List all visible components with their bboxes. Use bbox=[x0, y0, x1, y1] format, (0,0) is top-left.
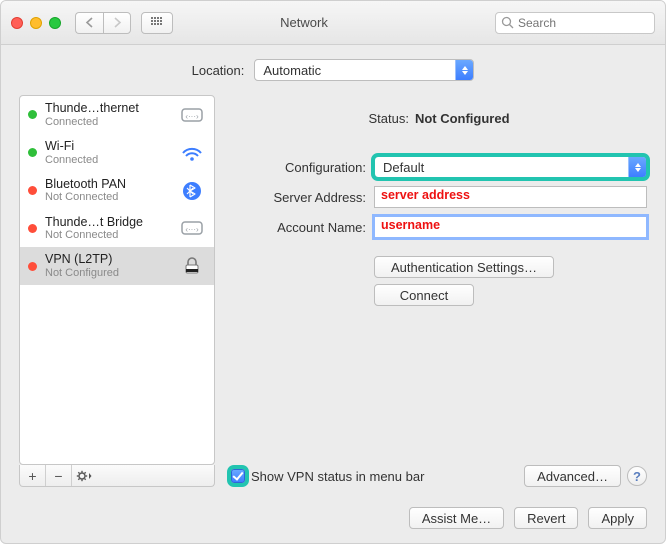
service-name: Thunde…t Bridge bbox=[45, 216, 170, 230]
service-list-footer: + − bbox=[19, 465, 215, 487]
service-status: Not Connected bbox=[45, 229, 170, 241]
service-status: Not Configured bbox=[45, 267, 170, 279]
show-vpn-status-checkbox[interactable] bbox=[231, 469, 245, 483]
svg-text:‹···›: ‹···› bbox=[185, 225, 199, 234]
service-row-thunderbolt-bridge[interactable]: Thunde…t Bridge Not Connected ‹···› bbox=[20, 210, 214, 248]
search-input[interactable] bbox=[495, 12, 655, 34]
window-footer-buttons: Assist Me… Revert Apply bbox=[1, 497, 665, 543]
close-icon[interactable] bbox=[11, 17, 23, 29]
location-popup[interactable]: Automatic bbox=[254, 59, 474, 81]
server-address-field[interactable]: server address bbox=[374, 186, 647, 208]
service-name: Thunde…thernet bbox=[45, 102, 170, 116]
add-service-button[interactable]: + bbox=[20, 465, 46, 486]
account-name-row: Account Name: username bbox=[231, 216, 647, 238]
vpn-button-stack: Authentication Settings… Connect bbox=[374, 256, 647, 306]
server-address-label: Server Address: bbox=[231, 190, 366, 205]
service-list[interactable]: Thunde…thernet Connected ‹···› Wi-Fi Con… bbox=[19, 95, 215, 465]
assist-me-button[interactable]: Assist Me… bbox=[409, 507, 504, 529]
minimize-icon[interactable] bbox=[30, 17, 42, 29]
popup-arrows-icon bbox=[455, 60, 473, 80]
service-status: Not Connected bbox=[45, 191, 170, 203]
wifi-icon bbox=[178, 142, 206, 164]
ethernet-icon: ‹···› bbox=[178, 104, 206, 126]
service-name: Wi-Fi bbox=[45, 140, 170, 154]
account-name-label: Account Name: bbox=[231, 220, 366, 235]
status-label: Status: bbox=[368, 111, 408, 126]
connect-button[interactable]: Connect bbox=[374, 284, 474, 306]
window-traffic-lights bbox=[11, 17, 61, 29]
service-name: VPN (L2TP) bbox=[45, 253, 170, 267]
location-row: Location: Automatic bbox=[1, 45, 665, 91]
service-row-vpn-l2tp[interactable]: VPN (L2TP) Not Configured bbox=[20, 247, 214, 285]
vpn-lock-icon bbox=[178, 255, 206, 277]
status-dot-icon bbox=[28, 262, 37, 271]
service-status: Connected bbox=[45, 116, 170, 128]
configuration-value: Default bbox=[383, 160, 424, 175]
server-address-value: server address bbox=[381, 188, 470, 202]
revert-button[interactable]: Revert bbox=[514, 507, 578, 529]
status-dot-icon bbox=[28, 110, 37, 119]
service-sidebar: Thunde…thernet Connected ‹···› Wi-Fi Con… bbox=[19, 95, 215, 487]
bluetooth-icon bbox=[178, 180, 206, 202]
network-prefpane: Network Location: Automatic Thunde…thern… bbox=[0, 0, 666, 544]
window-toolbar: Network bbox=[1, 1, 665, 45]
window-title: Network bbox=[123, 15, 485, 30]
location-label: Location: bbox=[192, 63, 245, 78]
authentication-settings-button[interactable]: Authentication Settings… bbox=[374, 256, 554, 278]
toolbar-search bbox=[495, 12, 655, 34]
status-dot-icon bbox=[28, 186, 37, 195]
status-row: Status: Not Configured bbox=[231, 111, 647, 126]
show-vpn-status-checkbox-wrap: Show VPN status in menu bar bbox=[231, 469, 424, 484]
apply-button[interactable]: Apply bbox=[588, 507, 647, 529]
popup-arrows-icon bbox=[628, 157, 646, 177]
advanced-button[interactable]: Advanced… bbox=[524, 465, 621, 487]
detail-footer: Show VPN status in menu bar Advanced… ? bbox=[231, 465, 647, 487]
service-actions-button[interactable] bbox=[72, 465, 98, 486]
chevron-left-icon bbox=[85, 17, 94, 28]
remove-service-button[interactable]: − bbox=[46, 465, 72, 486]
service-status: Connected bbox=[45, 154, 170, 166]
account-name-field[interactable]: username bbox=[374, 216, 647, 238]
vpn-form: Configuration: Default Server Address: s… bbox=[231, 156, 647, 238]
ethernet-icon: ‹···› bbox=[178, 217, 206, 239]
server-address-row: Server Address: server address bbox=[231, 186, 647, 208]
content-split: Thunde…thernet Connected ‹···› Wi-Fi Con… bbox=[1, 91, 665, 497]
gear-icon bbox=[76, 470, 94, 482]
status-dot-icon bbox=[28, 148, 37, 157]
service-row-wifi[interactable]: Wi-Fi Connected bbox=[20, 134, 214, 172]
configuration-row: Configuration: Default bbox=[231, 156, 647, 178]
chevron-right-icon bbox=[113, 17, 122, 28]
search-icon bbox=[501, 16, 514, 29]
location-value: Automatic bbox=[263, 63, 321, 78]
service-row-thunderbolt-ethernet[interactable]: Thunde…thernet Connected ‹···› bbox=[20, 96, 214, 134]
detail-pane: Status: Not Configured Configuration: De… bbox=[231, 95, 647, 487]
status-value: Not Configured bbox=[415, 111, 510, 126]
svg-text:‹···›: ‹···› bbox=[185, 112, 199, 121]
configuration-popup[interactable]: Default bbox=[374, 156, 647, 178]
status-dot-icon bbox=[28, 224, 37, 233]
back-button[interactable] bbox=[75, 12, 103, 34]
service-row-bluetooth-pan[interactable]: Bluetooth PAN Not Connected bbox=[20, 172, 214, 210]
help-button[interactable]: ? bbox=[627, 466, 647, 486]
account-name-value: username bbox=[381, 218, 440, 232]
zoom-icon[interactable] bbox=[49, 17, 61, 29]
show-vpn-status-label: Show VPN status in menu bar bbox=[251, 469, 424, 484]
service-name: Bluetooth PAN bbox=[45, 178, 170, 192]
configuration-label: Configuration: bbox=[231, 160, 366, 175]
